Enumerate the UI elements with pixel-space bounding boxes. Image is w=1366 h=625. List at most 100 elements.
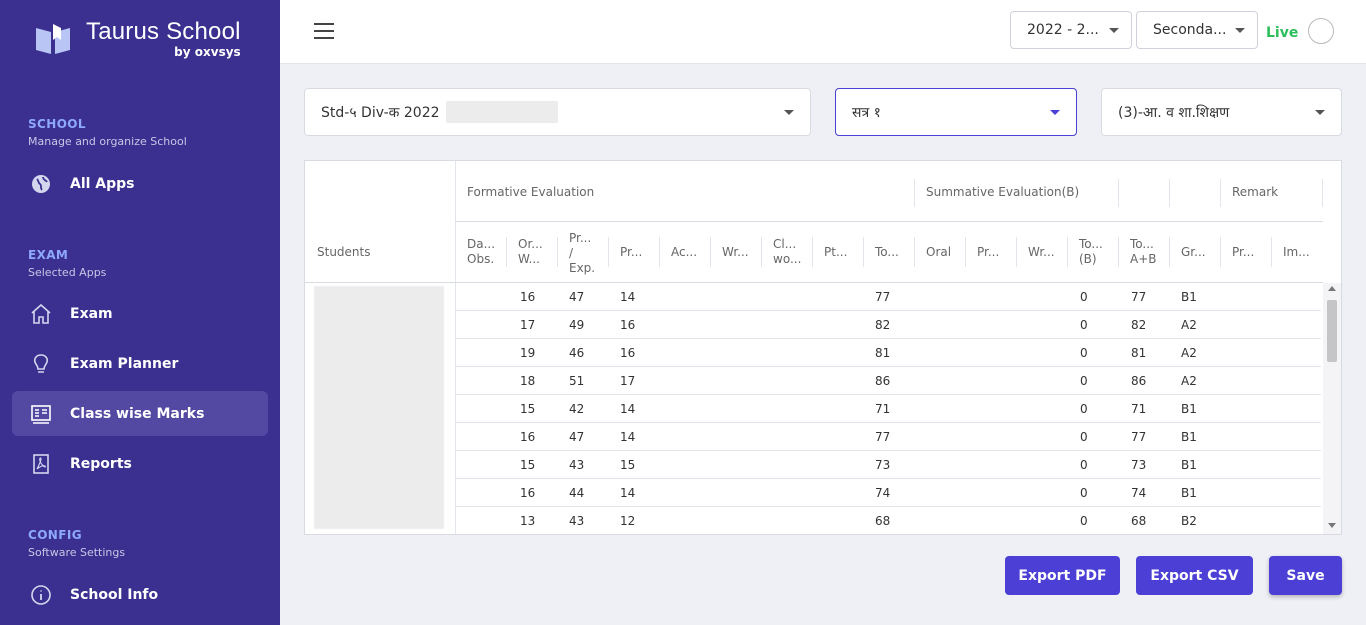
section-title-config: CONFIG bbox=[28, 528, 82, 542]
sidebar-item-exam-planner[interactable]: Exam Planner bbox=[12, 341, 268, 386]
group-header-formative: Formative Evaluation bbox=[467, 185, 595, 199]
cell-oral-work: 16 bbox=[520, 486, 536, 500]
cell-total-formative: 77 bbox=[875, 290, 891, 304]
cell-total-b: 0 bbox=[1080, 374, 1088, 388]
column-divider bbox=[761, 237, 762, 267]
cell-grade: B1 bbox=[1181, 458, 1197, 472]
sidebar-item-label: Exam Planner bbox=[70, 355, 179, 372]
column-divider bbox=[710, 237, 711, 267]
cell-oral-work: 18 bbox=[520, 374, 536, 388]
chevron-down-icon bbox=[784, 110, 794, 115]
sidebar-item-label: School Info bbox=[70, 586, 159, 603]
cell-total-ab: 71 bbox=[1131, 402, 1147, 416]
cell-practical-exp: 47 bbox=[569, 430, 585, 444]
column-divider bbox=[1118, 237, 1119, 267]
section-subtitle-school: Manage and organize School bbox=[28, 135, 187, 148]
group-divider bbox=[1118, 179, 1119, 207]
menu-icon[interactable] bbox=[314, 23, 334, 41]
sidebar-item-label: All Apps bbox=[70, 175, 135, 192]
column-divider bbox=[608, 237, 609, 267]
scroll-up-icon[interactable] bbox=[1328, 286, 1336, 291]
cell-total-formative: 81 bbox=[875, 346, 891, 360]
term-select[interactable]: सत्र १ bbox=[835, 88, 1077, 136]
row-divider bbox=[455, 478, 1321, 479]
cell-total-ab: 77 bbox=[1131, 290, 1147, 304]
scroll-down-icon[interactable] bbox=[1328, 523, 1336, 528]
cell-practical: 12 bbox=[620, 514, 636, 528]
sidebar-item-label: Exam bbox=[70, 305, 113, 322]
cell-practical: 16 bbox=[620, 346, 636, 360]
scroll-thumb[interactable] bbox=[1327, 300, 1337, 362]
cell-oral-work: 19 bbox=[520, 346, 536, 360]
chevron-down-icon bbox=[1315, 110, 1325, 115]
row-divider bbox=[455, 394, 1321, 395]
column-divider bbox=[863, 237, 864, 267]
sidebar-item-class-wise-marks[interactable]: Class wise Marks bbox=[12, 391, 268, 436]
cell-practical: 14 bbox=[620, 430, 636, 444]
avatar[interactable] bbox=[1308, 18, 1334, 44]
sidebar-item-reports[interactable]: Reports bbox=[12, 441, 268, 486]
cell-oral-work: 15 bbox=[520, 458, 536, 472]
home-icon bbox=[30, 303, 52, 325]
cell-practical: 15 bbox=[620, 458, 636, 472]
chevron-down-icon bbox=[1050, 110, 1060, 115]
export-csv-button[interactable]: Export CSV bbox=[1136, 556, 1253, 595]
header-divider bbox=[455, 221, 1323, 222]
cell-total-formative: 82 bbox=[875, 318, 891, 332]
group-divider bbox=[1220, 179, 1221, 207]
school-level-select[interactable]: Seconda... bbox=[1136, 11, 1258, 49]
column-divider bbox=[812, 237, 813, 267]
cell-grade: A2 bbox=[1181, 374, 1197, 388]
save-button[interactable]: Save bbox=[1269, 556, 1342, 595]
cell-total-formative: 73 bbox=[875, 458, 891, 472]
column-header: Im... bbox=[1283, 245, 1310, 259]
table-scrollbar[interactable] bbox=[1323, 283, 1341, 534]
cell-total-ab: 86 bbox=[1131, 374, 1147, 388]
column-header: Pr... bbox=[1232, 245, 1255, 259]
export-pdf-button[interactable]: Export PDF bbox=[1005, 556, 1120, 595]
column-divider bbox=[1271, 237, 1272, 267]
cell-total-formative: 74 bbox=[875, 486, 891, 500]
cell-total-ab: 68 bbox=[1131, 514, 1147, 528]
class-select[interactable]: Std-५ Div-क 2022 bbox=[304, 88, 811, 136]
cell-practical-exp: 43 bbox=[569, 514, 585, 528]
group-divider bbox=[914, 179, 915, 207]
column-header: Oral bbox=[926, 245, 952, 259]
column-header: To... bbox=[875, 245, 899, 259]
column-header: Cl... wo... bbox=[773, 237, 802, 266]
brand[interactable]: Taurus School by oxvsys bbox=[34, 18, 241, 58]
cell-oral-work: 16 bbox=[520, 290, 536, 304]
column-header: Pr... bbox=[620, 245, 643, 259]
cell-total-formative: 71 bbox=[875, 402, 891, 416]
column-divider bbox=[1067, 237, 1068, 267]
sidebar-item-exam[interactable]: Exam bbox=[12, 291, 268, 336]
column-divider bbox=[659, 237, 660, 267]
cell-grade: B2 bbox=[1181, 514, 1197, 528]
cell-total-ab: 73 bbox=[1131, 458, 1147, 472]
cell-total-b: 0 bbox=[1080, 486, 1088, 500]
cell-practical: 14 bbox=[620, 486, 636, 500]
sidebar-item-all-apps[interactable]: All Apps bbox=[12, 161, 268, 206]
info-icon bbox=[30, 584, 52, 606]
sidebar-item-school-info[interactable]: School Info bbox=[12, 572, 268, 617]
column-header: Or... W... bbox=[518, 237, 543, 266]
column-divider bbox=[1016, 237, 1017, 267]
cell-total-formative: 77 bbox=[875, 430, 891, 444]
header-bottom-line bbox=[305, 282, 1323, 283]
column-header: Pr... bbox=[977, 245, 1000, 259]
academic-year-select[interactable]: 2022 - 2... bbox=[1010, 11, 1132, 49]
cell-grade: B1 bbox=[1181, 290, 1197, 304]
cell-oral-work: 15 bbox=[520, 402, 536, 416]
cell-total-formative: 68 bbox=[875, 514, 891, 528]
cell-practical: 14 bbox=[620, 290, 636, 304]
column-divider bbox=[557, 237, 558, 267]
cell-grade: B1 bbox=[1181, 486, 1197, 500]
section-subtitle-config: Software Settings bbox=[28, 546, 126, 559]
cell-practical-exp: 47 bbox=[569, 290, 585, 304]
section-subtitle-exam: Selected Apps bbox=[28, 266, 107, 279]
row-divider bbox=[455, 310, 1321, 311]
row-divider bbox=[455, 534, 1321, 535]
book-logo-icon bbox=[36, 24, 70, 54]
group-divider bbox=[1169, 179, 1170, 207]
subject-select[interactable]: (3)-आ. व शा.शिक्षण bbox=[1101, 88, 1342, 136]
